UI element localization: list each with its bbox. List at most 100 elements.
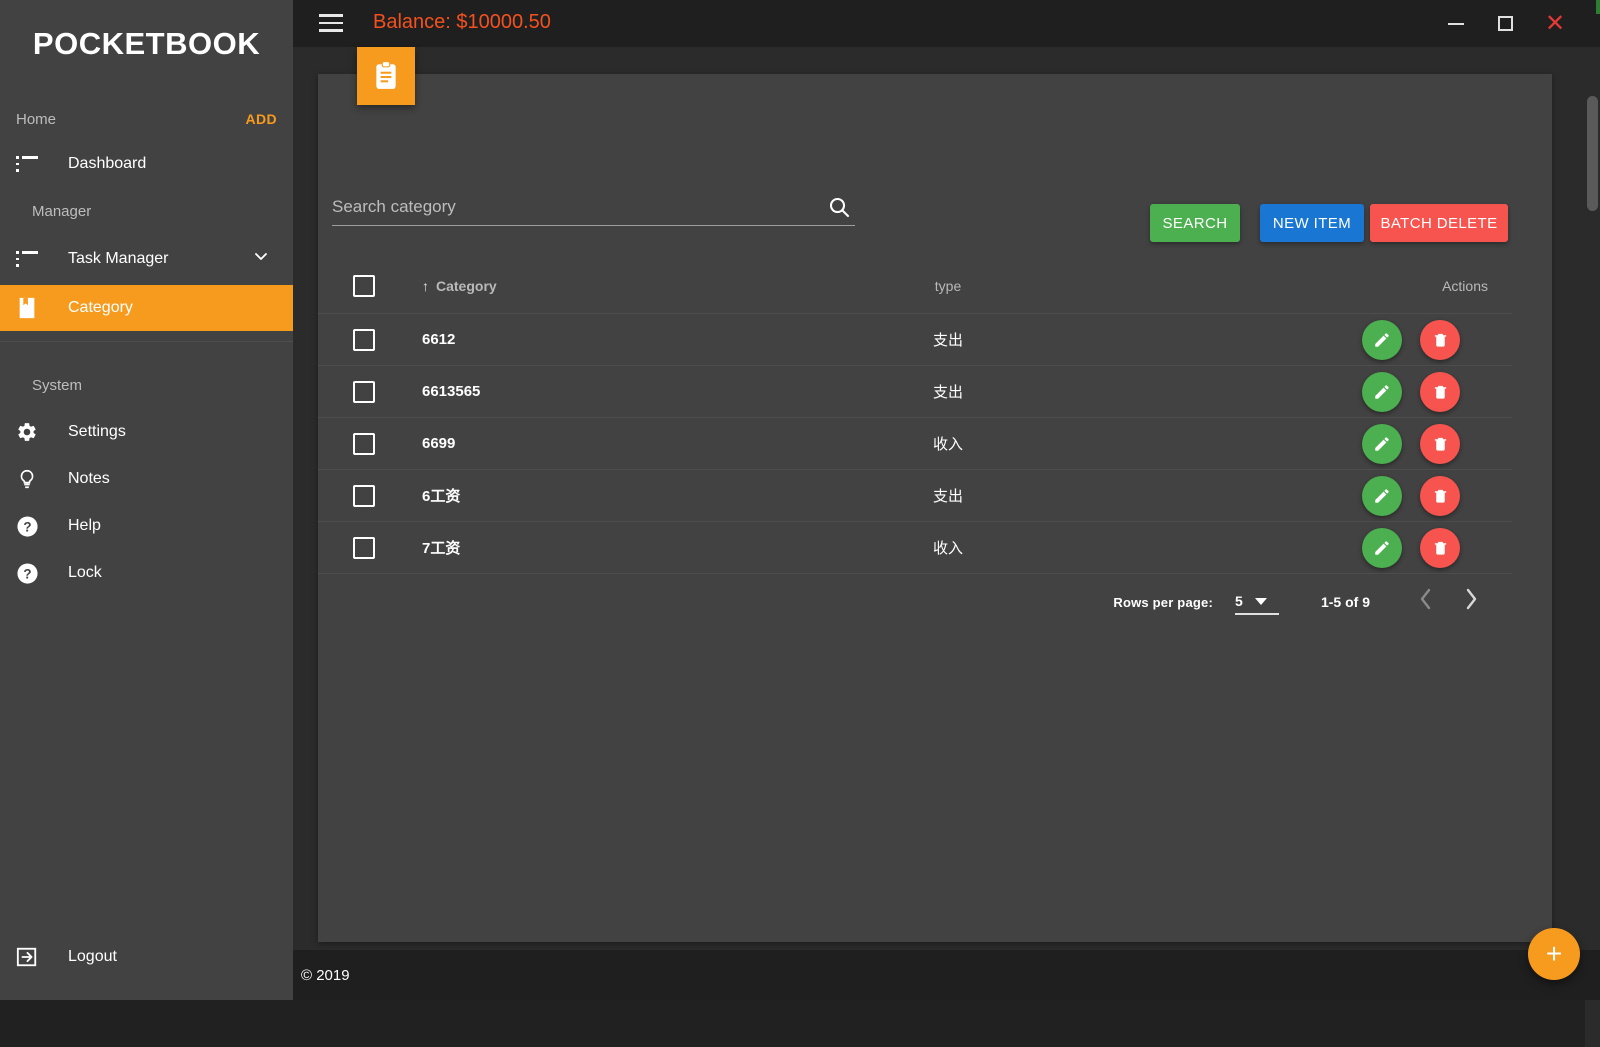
table-row[interactable]: 7工资收入 [318,522,1512,574]
delete-row-button[interactable] [1420,528,1460,568]
sidebar-group-manager: Manager [16,203,91,220]
logout-icon [0,946,54,968]
scrollbar-thumb[interactable] [1587,96,1598,211]
sidebar-divider [0,341,293,342]
sidebar-item-logout[interactable]: Logout [0,934,293,980]
chevron-right-icon[interactable] [1448,588,1494,617]
rows-per-page-label: Rows per page: [1113,595,1213,610]
table-row[interactable]: 6699收入 [318,418,1512,470]
rows-per-page-value: 5 [1235,593,1243,609]
title-bar: Balance: $10000.50 ✕ [293,0,1600,47]
row-select-cell [318,381,410,403]
question-circle-icon: ? [0,562,54,585]
sidebar-item-label: Settings [54,423,126,441]
table-row[interactable]: 6工资支出 [318,470,1512,522]
edit-row-button[interactable] [1362,476,1402,516]
sidebar-item-task-manager[interactable]: Task Manager [0,236,293,282]
row-select-cell [318,537,410,559]
search-field[interactable] [332,192,855,226]
add-fab-button[interactable]: + [1528,928,1580,980]
edit-row-button[interactable] [1362,320,1402,360]
cell-category: 6613565 [410,383,782,400]
cell-category: 6612 [410,331,782,348]
row-checkbox[interactable] [353,381,375,403]
edit-row-button[interactable] [1362,424,1402,464]
sidebar-item-settings[interactable]: Settings [0,409,293,455]
copyright-label: © 2019 [301,967,350,984]
close-icon: ✕ [1545,12,1565,36]
category-table: ↑Category type Actions 6612支出6613565支出66… [318,259,1552,630]
sidebar: POCKETBOOK Home ADD Dashboard Manager Ta… [0,0,293,1000]
cell-category: 7工资 [410,537,782,558]
sidebar-item-lock[interactable]: ? Lock [0,550,293,596]
chevron-down-icon [1255,598,1267,605]
paginator-wrap: Rows per page: 5 1-5 of 9 [318,574,1512,630]
sidebar-item-dashboard[interactable]: Dashboard [0,141,293,187]
row-checkbox[interactable] [353,433,375,455]
cell-category: 6工资 [410,485,782,506]
sidebar-item-category[interactable]: Category [0,285,293,331]
paginator: Rows per page: 5 1-5 of 9 [318,574,1512,630]
row-checkbox[interactable] [353,537,375,559]
column-header-type[interactable]: type [782,278,1114,294]
sidebar-item-help[interactable]: ? Help [0,503,293,549]
row-checkbox[interactable] [353,329,375,351]
sidebar-item-label: Notes [54,470,110,488]
chevron-left-icon[interactable] [1402,588,1448,617]
cell-actions [1114,476,1512,516]
table-header-row: ↑Category type Actions [318,259,1512,314]
window-close-button[interactable]: ✕ [1530,0,1580,47]
row-select-cell [318,485,410,507]
window-minimize-button[interactable] [1431,0,1481,47]
cell-actions [1114,320,1512,360]
page-range-label: 1-5 of 9 [1321,594,1370,610]
sidebar-home-row: Home ADD [0,107,293,131]
plus-icon: + [1546,940,1562,968]
footer: © 2019 [293,950,1600,1000]
cell-actions [1114,528,1512,568]
column-header-label: Category [436,278,497,294]
rows-per-page-select[interactable]: 5 [1235,589,1279,615]
cell-type: 支出 [782,381,1114,402]
sidebar-item-label: Logout [54,948,117,966]
sidebar-item-notes[interactable]: Notes [0,456,293,502]
table-body: 6612支出6613565支出6699收入6工资支出7工资收入 [318,314,1512,574]
row-select-cell [318,329,410,351]
edit-row-button[interactable] [1362,372,1402,412]
select-all-checkbox[interactable] [353,275,375,297]
cell-actions [1114,424,1512,464]
hamburger-icon[interactable] [319,14,343,32]
delete-row-button[interactable] [1420,320,1460,360]
column-header-actions: Actions [1114,278,1512,294]
main-content: SEARCH NEW ITEM BATCH DELETE ↑Category t… [293,47,1600,1000]
vertical-scrollbar[interactable] [1585,94,1600,1047]
sidebar-item-label: Help [54,517,101,535]
table-row[interactable]: 6613565支出 [318,366,1512,418]
chevron-down-icon[interactable] [251,247,271,272]
sidebar-add-button[interactable]: ADD [245,111,277,127]
new-item-button[interactable]: NEW ITEM [1260,204,1364,242]
row-select-cell [318,433,410,455]
search-input[interactable] [332,192,822,222]
cell-type: 收入 [782,537,1114,558]
category-card: SEARCH NEW ITEM BATCH DELETE ↑Category t… [318,74,1552,942]
search-button[interactable]: SEARCH [1150,204,1240,242]
table-row[interactable]: 6612支出 [318,314,1512,366]
balance-label: Balance: $10000.50 [373,11,551,34]
row-checkbox[interactable] [353,485,375,507]
window-maximize-button[interactable] [1480,0,1530,47]
delete-row-button[interactable] [1420,476,1460,516]
select-all-cell [318,275,410,297]
cell-actions [1114,372,1512,412]
sidebar-item-label: Dashboard [54,155,146,173]
delete-row-button[interactable] [1420,372,1460,412]
batch-delete-button[interactable]: BATCH DELETE [1370,204,1508,242]
list-icon [0,251,54,267]
delete-row-button[interactable] [1420,424,1460,464]
column-header-category[interactable]: ↑Category [410,278,782,294]
edit-row-button[interactable] [1362,528,1402,568]
clipboard-icon [357,47,415,105]
search-icon[interactable] [827,195,851,224]
edge-indicator [1596,0,1600,14]
maximize-icon [1498,16,1513,31]
